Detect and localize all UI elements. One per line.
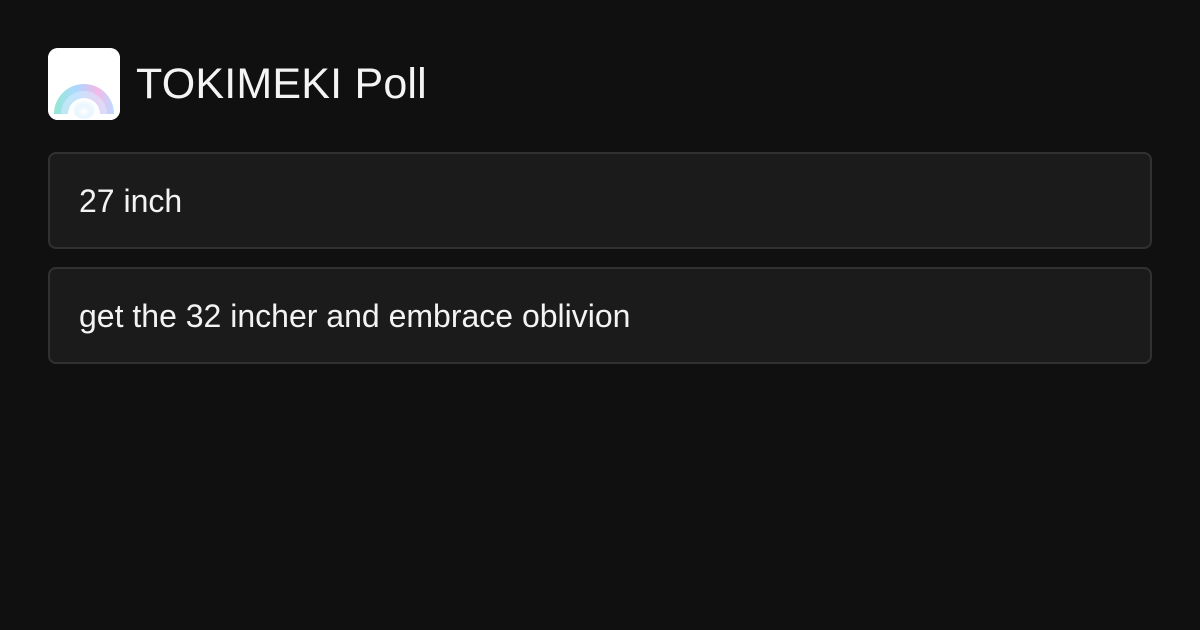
poll-option-32-inch[interactable]: get the 32 incher and embrace oblivion: [48, 267, 1152, 364]
poll-option-27-inch[interactable]: 27 inch: [48, 152, 1152, 249]
rainbow-icon-graphic: [48, 48, 120, 120]
app-header: TOKIMEKI Poll: [48, 48, 427, 120]
poll-options: 27 inch get the 32 incher and embrace ob…: [48, 152, 1152, 382]
poll-option-label: get the 32 incher and embrace oblivion: [79, 297, 631, 334]
tokimeki-rainbow-icon: [48, 48, 120, 120]
app-title: TOKIMEKI Poll: [136, 59, 427, 108]
poll-option-label: 27 inch: [79, 182, 183, 219]
